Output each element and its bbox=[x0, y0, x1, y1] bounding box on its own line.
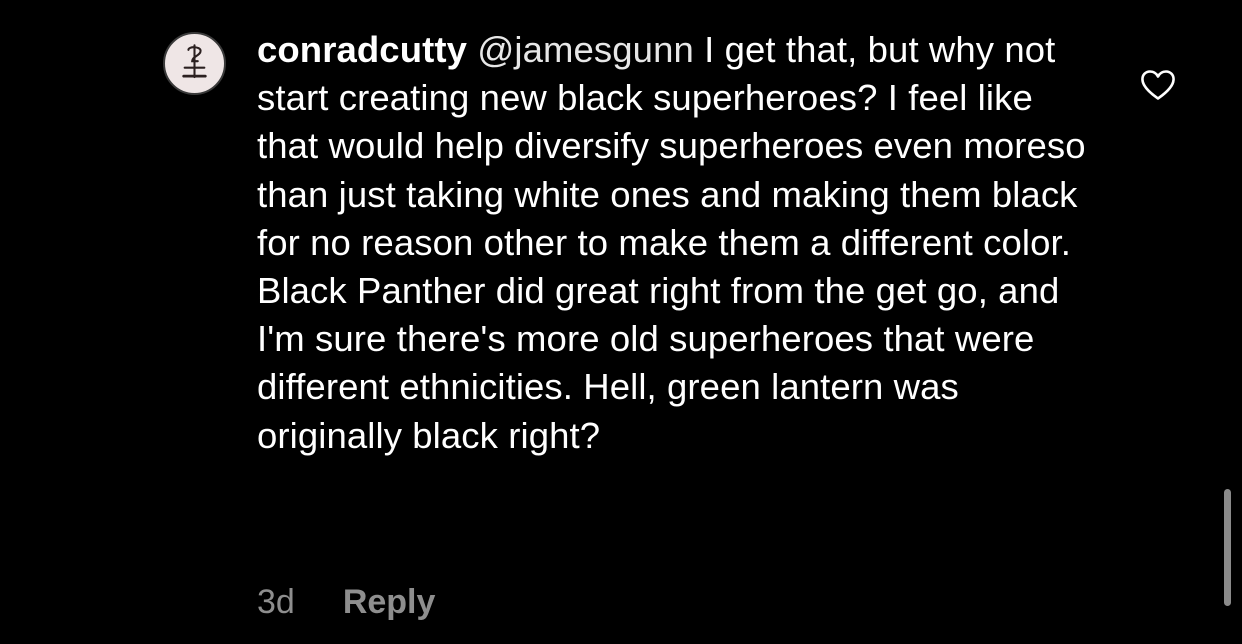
comment-text: conradcutty @jamesgunn I get that, but w… bbox=[257, 26, 1087, 460]
avatar[interactable] bbox=[163, 32, 226, 95]
mention-link[interactable]: @jamesgunn bbox=[477, 29, 694, 70]
scrollbar-thumb[interactable] bbox=[1224, 489, 1231, 606]
comment-meta: 3d Reply bbox=[257, 578, 435, 626]
logo-avatar-icon bbox=[166, 35, 223, 92]
comment-message: I get that, but why not start creating n… bbox=[257, 29, 1086, 456]
reply-button[interactable]: Reply bbox=[343, 583, 436, 622]
heart-outline-icon[interactable] bbox=[1140, 69, 1176, 101]
comment: conradcutty @jamesgunn I get that, but w… bbox=[0, 0, 1242, 644]
username[interactable]: conradcutty bbox=[257, 29, 467, 70]
timestamp: 3d bbox=[257, 582, 295, 621]
